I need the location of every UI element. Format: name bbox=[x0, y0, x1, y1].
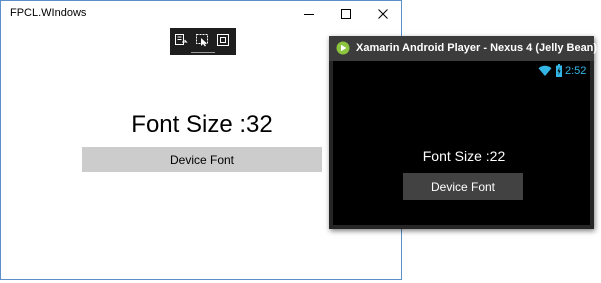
minimize-icon bbox=[304, 14, 314, 15]
android-status-bar: 2:52 bbox=[333, 61, 590, 81]
android-screen: 2:52 Font Size :22 Device Font bbox=[333, 61, 590, 225]
xamarin-player-icon bbox=[336, 41, 350, 55]
display-layout-adorners-button[interactable] bbox=[214, 31, 232, 49]
minimize-button[interactable] bbox=[292, 1, 326, 27]
android-player-title-bar[interactable]: Xamarin Android Player - Nexus 4 (Jelly … bbox=[329, 36, 598, 61]
device-font-button[interactable]: Device Font bbox=[82, 147, 322, 172]
wifi-icon bbox=[538, 65, 552, 76]
windows-title-bar[interactable]: FPCL.WIndows bbox=[1, 1, 401, 27]
toolbar-collapse-grip[interactable] bbox=[191, 52, 215, 53]
android-font-size-label: Font Size :22 bbox=[422, 148, 506, 164]
android-device-font-button[interactable]: Device Font bbox=[403, 173, 523, 200]
window-title: FPCL.WIndows bbox=[10, 7, 87, 19]
live-visual-tree-icon bbox=[175, 34, 188, 45]
font-size-label: Font Size :32 bbox=[131, 111, 273, 138]
android-player-title: Xamarin Android Player - Nexus 4 (Jelly … bbox=[356, 42, 598, 54]
display-layout-adorners-icon bbox=[217, 34, 229, 46]
desktop: FPCL.WIndows Font Size:32 Device Font X… bbox=[0, 0, 601, 283]
select-element-button[interactable] bbox=[193, 31, 211, 49]
close-icon bbox=[378, 9, 388, 19]
maximize-button[interactable] bbox=[329, 1, 363, 27]
status-bar-clock: 2:52 bbox=[565, 65, 587, 77]
battery-icon bbox=[556, 64, 562, 77]
select-element-icon bbox=[196, 34, 208, 47]
close-button[interactable] bbox=[366, 1, 400, 27]
android-player-window: Xamarin Android Player - Nexus 4 (Jelly … bbox=[329, 36, 598, 229]
live-visual-tree-button[interactable] bbox=[172, 31, 190, 49]
xaml-debug-toolbar bbox=[170, 28, 236, 55]
maximize-icon bbox=[341, 9, 351, 19]
